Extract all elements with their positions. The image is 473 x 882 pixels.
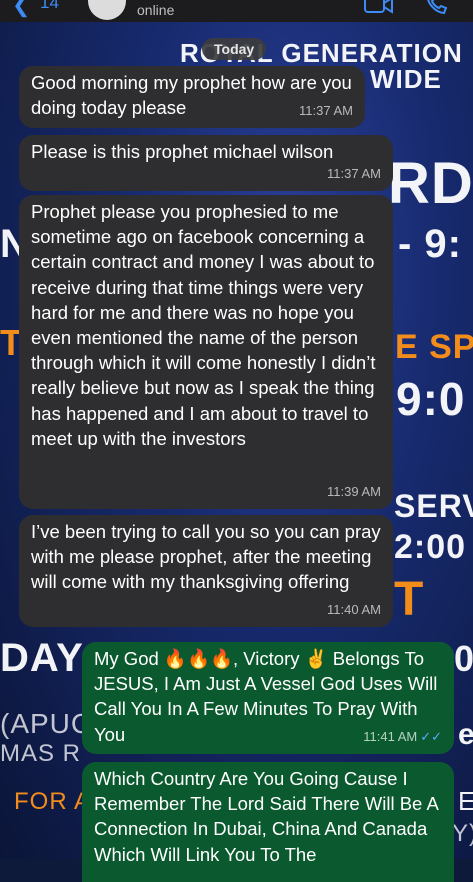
message-time-label: 11:41 AM [363, 728, 418, 744]
message-time: 11:39 AM [327, 483, 381, 499]
poster-text: FOR A [14, 788, 92, 815]
poster-text: e [458, 718, 473, 751]
outgoing-message[interactable]: Which Country Are You Going Cause I Reme… [82, 762, 454, 882]
voice-call-icon[interactable] [424, 0, 450, 22]
video-call-icon[interactable] [364, 0, 394, 22]
unread-count[interactable]: 14 [40, 0, 59, 13]
back-chevron-icon[interactable]: ❮ [12, 0, 30, 18]
contact-status: online [137, 2, 175, 18]
poster-text: 0 [454, 638, 473, 679]
message-text: Prophet please you prophesied to me some… [31, 201, 376, 449]
message-time: 11:41 AM ✓✓ [363, 724, 442, 749]
poster-text: Y) [452, 820, 473, 847]
poster-text: WIDE [370, 64, 442, 94]
message-text: Which Country Are You Going Cause I Reme… [94, 768, 438, 865]
double-check-icon: ✓✓ [420, 728, 442, 744]
poster-text: RD [388, 151, 473, 216]
avatar[interactable] [88, 0, 126, 20]
chat-header: ❮ 14 online [0, 0, 473, 22]
message-time: 11:37 AM [299, 102, 353, 118]
poster-text: MAS R [0, 740, 82, 767]
incoming-message[interactable]: Good morning my prophet how are you doin… [19, 66, 365, 128]
incoming-message[interactable]: Prophet please you prophesied to me some… [19, 195, 393, 509]
incoming-message[interactable]: I’ve been trying to call you so you can … [19, 515, 393, 627]
poster-text: E SPI [395, 328, 473, 366]
poster-text: DAY [0, 636, 84, 680]
poster-text: 9:0 [396, 373, 466, 425]
poster-text: (APUC [0, 708, 93, 739]
message-time: 11:40 AM [327, 601, 381, 617]
message-text: I’ve been trying to call you so you can … [31, 521, 381, 593]
poster-text: 2:00 [394, 528, 467, 566]
date-separator: Today [202, 38, 267, 60]
poster-text: - 9: [398, 222, 462, 266]
poster-text: T [394, 573, 425, 626]
poster-text: SERV [394, 488, 473, 524]
incoming-message[interactable]: Please is this prophet michael wilson 11… [19, 135, 393, 191]
message-time: 11:37 AM [327, 165, 381, 181]
outgoing-message[interactable]: My God 🔥🔥🔥, Victory ✌️ Belongs To JESUS,… [82, 642, 454, 754]
poster-text: E [458, 786, 473, 816]
